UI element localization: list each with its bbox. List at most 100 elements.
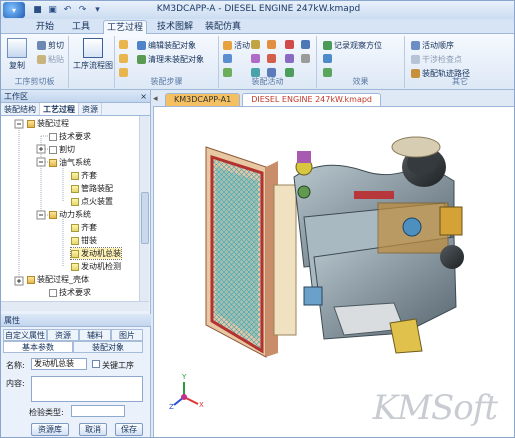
tab-list-icon[interactable]: ◂ [153,93,165,106]
tree-horizontal-scrollbar[interactable] [1,301,149,311]
copy-icon [7,38,27,58]
pointer-icon [301,40,310,49]
tab-resources[interactable]: 资源 [79,103,102,115]
resource-library-button[interactable]: 资源库 [31,423,69,436]
workspace-tabs: 装配结构 工艺过程 资源 [1,103,150,116]
properties-header: 属性 [1,314,151,327]
activity-tool-13[interactable] [301,40,310,49]
clear-object-icon [137,55,146,64]
activity-tool-10[interactable] [285,40,294,49]
window-title: KM3DCAPP-A - DIESEL ENGINE 247kW.kmapd [156,4,361,14]
process-tree: 装配过程 技术要求 割切 油气系统 齐套 管路装配 点火装置 动力系统 齐套 钳… [1,116,139,301]
tab-tools[interactable]: 工具 [67,20,95,34]
ribbon: 复制 剪切 粘贴 工序剪切板 工序流程图 编辑装配对象 清理未装配对象 装配步骤… [1,34,514,90]
app-window: ▾ ■ ▣ ↶ ↷ ▾ KM3DCAPP-A - DIESEL ENGINE 2… [0,0,515,438]
highlight-icon [323,54,332,63]
svg-text:Z: Z [169,403,174,411]
tab-assembly-objects[interactable]: 装配对象 [73,341,143,353]
path-icon [251,54,260,63]
name-label: 名称: [6,361,25,370]
scissors-icon [37,41,46,50]
title-bar: ▾ ■ ▣ ↶ ↷ ▾ KM3DCAPP-A - DIESEL ENGINE 2… [1,1,514,19]
step-icon-b[interactable] [119,54,128,63]
save-button[interactable]: 保存 [115,423,143,436]
clear-unassembled-button[interactable]: 清理未装配对象 [137,54,204,65]
clipboard-group-label: 工序剪切板 [14,77,55,86]
grid-icon [301,54,310,63]
effect-tool-2[interactable] [323,54,332,63]
interference-check-button[interactable]: 干涉检查点 [411,54,462,65]
step-icon-a[interactable] [119,40,128,49]
tab-process-tree[interactable]: 工艺过程 [40,103,79,115]
activity-tool-7[interactable] [267,40,276,49]
kmsoft-watermark: KMSoft [372,388,498,428]
properties-panel: 属性 自定义属性 资源 辅料 图片 基本参数 装配对象 名称: 发动机总装 关键… [1,314,151,437]
name-field[interactable]: 发动机总装 [31,358,87,370]
edit-assembly-object-button[interactable]: 编辑装配对象 [137,40,196,51]
cut-button[interactable]: 剪切 [37,40,64,51]
inspection-type-label: 检验类型: [29,408,64,417]
tab-assembly-sim[interactable]: 装配仿真 [201,20,245,34]
activity-icon [223,41,232,50]
activity-tool-14[interactable] [301,54,310,63]
workspace-panel: 工作区 × 装配结构 工艺过程 资源 装配过程 技术要求 割切 油气系统 齐套 管… [1,90,151,437]
interference-icon [411,55,420,64]
group-other: 活动顺序 干涉检查点 装配轨迹路径 其它 [405,36,514,88]
tab-custom-attr[interactable]: 自定义属性 [3,329,47,341]
copy-button[interactable]: 复制 [7,38,27,71]
activity-order-button[interactable]: 活动顺序 [411,40,454,51]
inspection-type-field[interactable] [71,405,125,417]
group-clipboard: 复制 剪切 粘贴 工序剪切板 [1,36,69,88]
tab-process[interactable]: 工艺过程 [103,20,147,34]
record-view-icon [323,41,332,50]
scroll-thumb[interactable] [141,192,149,244]
paste-button[interactable]: 粘贴 [37,54,64,65]
svg-text:Y: Y [181,373,187,381]
doc-tab-a1[interactable]: KM3DCAPP-A1 [165,93,241,106]
key-process-checkbox[interactable] [92,360,100,368]
close-icon[interactable]: × [140,90,147,103]
wrench-icon [285,54,294,63]
content-field[interactable] [31,376,143,402]
ruler-icon [251,40,260,49]
activity-tool-4[interactable] [251,40,260,49]
other-group-label: 其它 [452,77,468,86]
record-view-button[interactable]: 记录观察方位 [323,40,382,51]
activity-tool-8[interactable] [267,54,276,63]
group-effects: 记录观察方位 效果 [317,36,405,88]
workspace-header: 工作区 × [1,90,150,103]
tool-icon [267,40,276,49]
activities-group-label: 装配活动 [251,77,284,86]
steps-group-label: 装配步骤 [150,77,183,86]
tab-start[interactable]: 开始 [31,20,59,34]
key-process-label: 关键工序 [102,361,134,370]
group-activities: 活动 装配活动 [219,36,317,88]
activity-tool-5[interactable] [251,54,260,63]
doc-tab-diesel[interactable]: DIESEL ENGINE 247kW.kmapd [242,93,382,106]
activity-tool-2[interactable] [223,54,232,63]
folder-icon [119,40,128,49]
tab-basic-params[interactable]: 基本参数 [3,341,73,353]
flowchart-button[interactable]: 工序流程图 [73,38,113,71]
tab-prop-resources[interactable]: 资源 [47,329,79,341]
tree-vertical-scrollbar[interactable] [139,116,149,301]
activity-button[interactable]: 活动 [223,40,250,51]
group-flowchart: 工序流程图 [69,36,115,88]
paste-icon [37,55,46,64]
effects-group-label: 效果 [352,77,369,86]
ribbon-tabs: 开始 工具 工艺过程 技术图解 装配仿真 [1,19,514,34]
hammer-icon [285,40,294,49]
translate-icon [223,54,232,63]
3d-viewport[interactable]: Y X Z KMSoft [153,106,514,437]
order-icon [411,41,420,50]
tab-pictures[interactable]: 图片 [111,329,143,341]
svg-text:X: X [199,401,204,409]
group-steps: 编辑装配对象 清理未装配对象 装配步骤 [115,36,219,88]
edit-object-icon [137,41,146,50]
cancel-button[interactable]: 取消 [79,423,107,436]
tab-tech-diagram[interactable]: 技术图解 [153,20,197,34]
activity-tool-11[interactable] [285,54,294,63]
tab-assembly-structure[interactable]: 装配结构 [1,103,40,115]
tab-auxiliary[interactable]: 辅料 [79,329,111,341]
bolt-icon [267,54,276,63]
